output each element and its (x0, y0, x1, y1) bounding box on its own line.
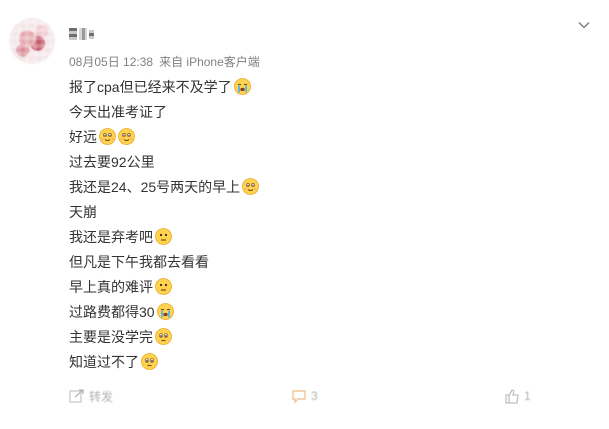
post-text: 天崩 (69, 203, 97, 220)
post-text: 过去要92公里 (69, 153, 155, 170)
more-options-button[interactable] (577, 18, 591, 32)
pixelated-name-block (69, 28, 77, 40)
sad-emoji (141, 353, 158, 370)
chevron-down-icon (578, 21, 590, 29)
post-text-line: 天崩 (69, 199, 569, 224)
post-text-line: 主要是没学完 (69, 324, 569, 349)
post-text: 我还是24、25号两天的早上 (69, 178, 241, 195)
speechless-emoji (155, 228, 172, 245)
share-icon (69, 389, 84, 403)
weibo-post-card: 08月05日 12:38 来自 iPhone客户端 报了cpa但已经来不及学了今… (0, 0, 609, 429)
post-text: 主要是没学完 (69, 328, 153, 345)
post-text-line: 我还是弃考吧 (69, 224, 569, 249)
sad-emoji (155, 328, 172, 345)
like-button[interactable]: 1 (504, 386, 531, 406)
post-text-line: 好远 (69, 124, 569, 149)
post-text: 知道过不了 (69, 353, 139, 370)
post-date[interactable]: 08月05日 12:38 (69, 53, 153, 70)
post-meta: 08月05日 12:38 来自 iPhone客户端 (69, 53, 260, 70)
speechless-emoji (155, 278, 172, 295)
avatar[interactable] (9, 18, 55, 64)
share-button[interactable]: 转发 (69, 386, 113, 406)
like-count: 1 (524, 389, 531, 403)
comment-icon (292, 390, 306, 404)
post-text: 我还是弃考吧 (69, 228, 153, 245)
post-text: 但凡是下午我都去看看 (69, 253, 209, 270)
post-text: 好远 (69, 128, 97, 145)
post-text: 过路费都得30 (69, 303, 155, 320)
post-text-line: 过去要92公里 (69, 149, 569, 174)
post-text-line: 知道过不了 (69, 349, 569, 374)
sweat-emoji (99, 128, 116, 145)
post-text: 今天出准考证了 (69, 103, 167, 120)
crying-emoji (156, 303, 174, 320)
share-label: 转发 (89, 389, 114, 404)
comment-count: 3 (311, 389, 318, 403)
post-text-line: 我还是24、25号两天的早上 (69, 174, 569, 199)
post-text-line: 早上真的难评 (69, 274, 569, 299)
post-text-line: 报了cpa但已经来不及学了 (69, 74, 569, 99)
post-text: 报了cpa但已经来不及学了 (69, 78, 232, 95)
username-pixelated[interactable] (69, 26, 94, 42)
post-text-line: 过路费都得30 (69, 299, 569, 324)
sweat-emoji (118, 128, 135, 145)
thumbs-up-icon (505, 389, 519, 404)
pixelated-name-block (79, 28, 87, 40)
comment-button[interactable]: 3 (291, 386, 318, 406)
action-bar: 转发 3 1 (0, 386, 609, 408)
post-text-line: 今天出准考证了 (69, 99, 569, 124)
pixelated-name-block (89, 29, 94, 39)
sweat-emoji (242, 178, 260, 195)
crying-emoji (233, 78, 251, 95)
post-content: 报了cpa但已经来不及学了 今天出准考证了 好远过去要92公里我还是24、25号两天… (69, 74, 569, 374)
post-text: 早上真的难评 (69, 278, 153, 295)
post-text-line: 但凡是下午我都去看看 (69, 249, 569, 274)
post-source: 来自 iPhone客户端 (159, 55, 260, 69)
